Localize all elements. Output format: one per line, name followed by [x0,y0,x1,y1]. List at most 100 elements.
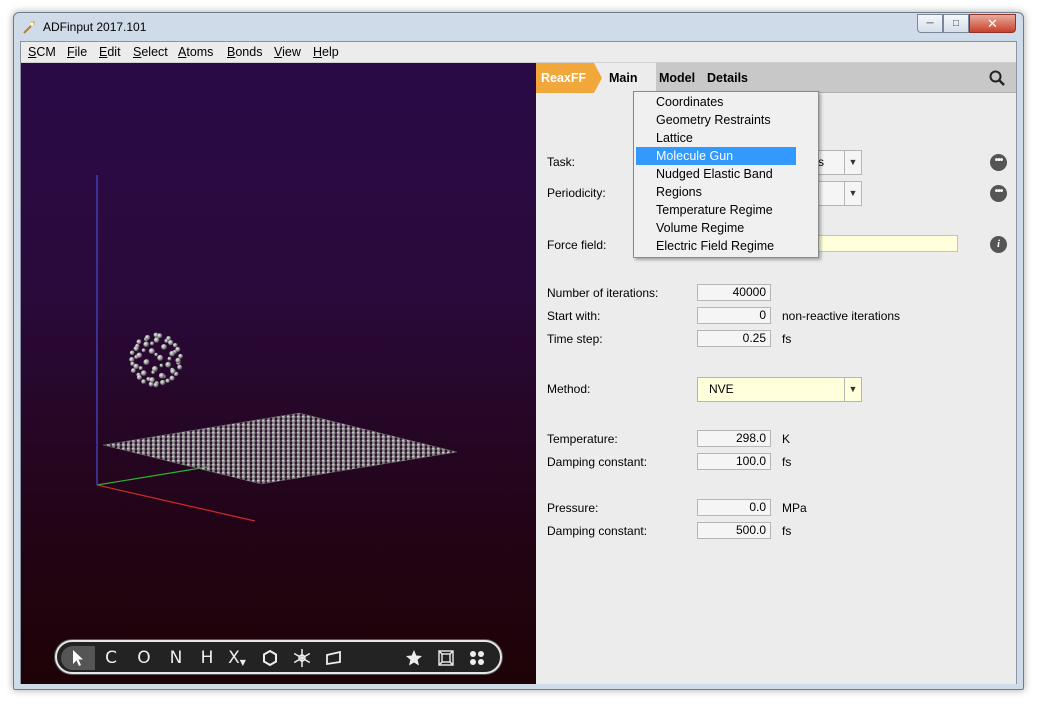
search-icon[interactable] [988,69,1006,87]
cursor-icon [73,650,83,666]
carbon-atom [167,356,172,361]
menu-item-molecule-gun[interactable]: Molecule Gun [636,147,796,165]
chevron-down-icon: ▼ [844,378,861,401]
menu-item-regions[interactable]: Regions [636,183,796,201]
menu-item-nudged-elastic-band[interactable]: Nudged Elastic Band [636,165,796,183]
carbon-atom [165,378,170,384]
client-area: SCM File Edit Select Atoms Bonds View He… [20,41,1017,684]
carbon-atom [165,361,172,368]
carbon-atom [158,372,165,379]
carbon-atom [138,366,143,371]
carbon-atom [136,352,143,359]
menu-item-volume-regime[interactable]: Volume Regime [636,219,796,237]
info-icon[interactable]: i [990,236,1007,253]
structure-tool-button[interactable] [290,646,314,670]
carbon-atom [133,363,139,370]
carbon-atom [129,357,135,363]
method-select[interactable]: NVE ▼ [697,377,862,402]
damping-constant-label: Damping constant: [547,455,648,469]
temperature-input[interactable]: 298.0 [697,430,771,447]
carbon-atom [160,379,166,386]
time-step-label: Time step: [547,332,603,346]
carbon-atom [141,379,146,384]
carbon-atom [154,352,158,357]
main-crumb[interactable]: Main [594,63,656,93]
iterations-input[interactable]: 40000 [697,284,771,301]
menu-atoms[interactable]: Atoms [178,45,213,59]
carbon-atom [130,368,136,374]
pressure-input[interactable]: 0.0 [697,499,771,516]
task-details-button[interactable]: ••• [990,154,1007,171]
carbon-atom [143,341,149,348]
menu-bar: SCM File Edit Select Atoms Bonds View He… [21,42,1016,63]
star-icon [406,650,422,666]
molecule-scene [96,175,458,522]
menu-edit[interactable]: Edit [99,45,121,59]
menu-bonds[interactable]: Bonds [227,45,262,59]
ring-tool-button[interactable] [258,646,282,670]
start-with-unit: non-reactive iterations [782,309,901,323]
carbon-atom [151,365,158,372]
maximize-button[interactable]: □ [943,14,969,33]
oxygen-tool-button[interactable]: O [132,646,156,670]
chevron-down-icon: ▼ [844,151,861,174]
time-step-input[interactable]: 0.25 [697,330,771,347]
periodicity-details-button[interactable]: ••• [990,185,1007,202]
plane-tool-button[interactable] [322,646,346,670]
start-with-input[interactable]: 0 [697,307,771,324]
plane-icon [326,650,341,666]
molecules-tool-button[interactable] [465,646,489,670]
menu-item-electric-field-regime[interactable]: Electric Field Regime [636,237,796,255]
hydrogen-tool-button[interactable]: H [195,646,219,670]
menu-select[interactable]: Select [133,45,168,59]
details-menu[interactable]: Details [707,71,748,85]
pressure-label: Pressure: [547,501,599,515]
pressure-damping-input[interactable]: 500.0 [697,522,771,539]
minimize-button[interactable]: ─ [917,14,943,33]
close-button[interactable]: ✕ [969,14,1016,33]
nitrogen-tool-button[interactable]: N [164,646,188,670]
title-bar[interactable]: ADFinput 2017.101 ─ □ ✕ [14,13,1023,41]
molecule-viewport[interactable]: C O N H X ▼ [21,63,536,684]
time-step-unit: fs [782,332,792,346]
menu-item-lattice[interactable]: Lattice [636,129,796,147]
task-label: Task: [547,155,576,169]
menu-item-geometry-restraints[interactable]: Geometry Restraints [636,111,796,129]
temperature-unit: K [782,432,791,446]
carbon-atom [161,344,167,350]
carbon-atom [159,363,164,368]
carbon-atom [157,354,164,361]
carbon-tool-button[interactable]: C [99,646,123,670]
carbon-atom [157,333,163,339]
menu-item-coordinates[interactable]: Coordinates [636,93,796,111]
carbon-atom [169,375,175,381]
menu-item-temperature-regime[interactable]: Temperature Regime [636,201,796,219]
graphene-sheet [102,412,458,485]
menu-scm[interactable]: SCM [28,45,56,59]
carbon-atom [177,364,183,370]
menu-help[interactable]: Help [313,45,339,59]
engine-crumb[interactable]: ReaxFF [536,63,602,93]
panel-nav-bar: ReaxFF Main Model Details [536,63,1016,93]
pressure-damping-unit: fs [782,524,792,538]
carbon-atom [129,350,135,356]
atom-toolbar: C O N H X ▼ [55,640,502,674]
favorites-tool-button[interactable] [402,646,426,670]
model-menu[interactable]: Model [659,71,695,85]
periodicity-label: Periodicity: [547,186,606,200]
temp-damping-input[interactable]: 100.0 [697,453,771,470]
y-axis-line [96,466,208,486]
menu-view[interactable]: View [274,45,301,59]
carbon-atom [143,359,150,366]
carbon-atom [150,341,155,346]
other-element-tool-button[interactable]: X ▼ [225,646,249,670]
carbon-atom [178,353,183,359]
temperature-label: Temperature: [547,432,618,446]
dots-cluster-icon [470,651,484,665]
lattice-tool-button[interactable] [434,646,458,670]
menu-file[interactable]: File [67,45,87,59]
select-tool-button[interactable] [61,646,95,670]
carbon-atom [136,374,142,380]
cube-icon [438,650,454,666]
carbon-atom [175,357,181,364]
